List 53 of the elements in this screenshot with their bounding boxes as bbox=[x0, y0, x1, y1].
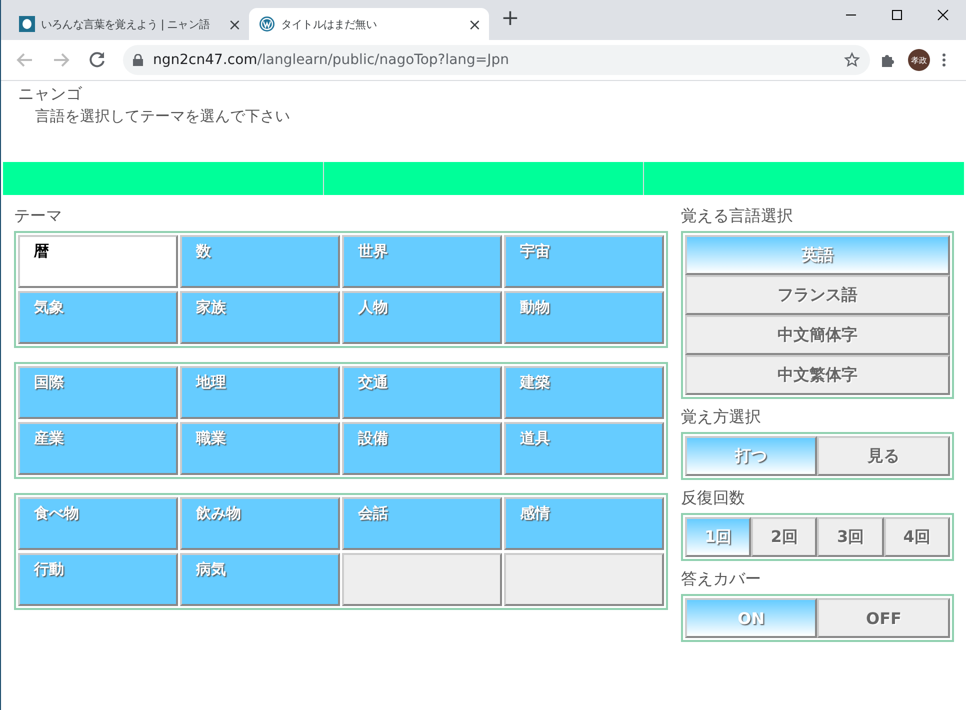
browser-tab[interactable]: いろんな言葉を覚えよう | ニャン語 × bbox=[9, 8, 249, 40]
theme-button[interactable]: 病気 bbox=[180, 553, 340, 606]
menu-icon[interactable] bbox=[942, 53, 946, 67]
new-tab-button[interactable]: + bbox=[501, 6, 520, 30]
theme-button[interactable]: 産業 bbox=[18, 422, 178, 475]
wordpress-logo-icon bbox=[259, 16, 275, 32]
option-button[interactable]: 1回 bbox=[684, 517, 752, 557]
option-button[interactable]: 中文簡体字 bbox=[684, 315, 950, 355]
puzzle-icon[interactable] bbox=[880, 52, 896, 68]
theme-button[interactable]: 宇宙 bbox=[504, 235, 664, 288]
theme-button[interactable]: 人物 bbox=[342, 291, 502, 344]
theme-button[interactable]: 設備 bbox=[342, 422, 502, 475]
option-button[interactable]: 2回 bbox=[751, 517, 818, 557]
star-icon[interactable] bbox=[844, 52, 860, 68]
theme-button[interactable]: 建築 bbox=[504, 366, 664, 419]
lock-icon bbox=[133, 54, 143, 66]
option-button[interactable]: 見る bbox=[817, 436, 950, 476]
profile-avatar[interactable]: 孝政 bbox=[908, 49, 930, 71]
theme-button[interactable]: 数 bbox=[180, 235, 340, 288]
section-label: 覚え方選択 bbox=[680, 407, 762, 428]
theme-button[interactable]: 動物 bbox=[504, 291, 664, 344]
theme-button[interactable]: 飲み物 bbox=[180, 497, 340, 550]
theme-button[interactable]: 気象 bbox=[18, 291, 178, 344]
browser-tab[interactable]: タイトルはまだ無い × bbox=[249, 8, 489, 40]
site-title: ニャンゴ bbox=[18, 84, 83, 105]
close-icon[interactable]: × bbox=[228, 14, 241, 34]
section-label: 答えカバー bbox=[680, 569, 762, 590]
theme-button[interactable]: 会話 bbox=[342, 497, 502, 550]
theme-button[interactable]: 道具 bbox=[504, 422, 664, 475]
theme-button[interactable]: 食べ物 bbox=[18, 497, 178, 550]
option-button[interactable]: 4回 bbox=[884, 517, 950, 557]
option-button[interactable]: 中文繁体字 bbox=[684, 355, 950, 395]
theme-button[interactable]: 感情 bbox=[504, 497, 664, 550]
theme-button[interactable]: 交通 bbox=[342, 366, 502, 419]
option-button[interactable]: OFF bbox=[817, 598, 950, 638]
theme-button[interactable]: 行動 bbox=[18, 553, 178, 606]
theme-button[interactable]: 家族 bbox=[180, 291, 340, 344]
theme-button[interactable]: 国際 bbox=[18, 366, 178, 419]
section-label: 反復回数 bbox=[680, 488, 746, 509]
theme-button[interactable]: 世界 bbox=[342, 235, 502, 288]
option-button[interactable]: ON bbox=[684, 598, 818, 638]
section-label: 覚える言語選択 bbox=[680, 206, 794, 227]
app-logo-icon bbox=[19, 16, 35, 32]
instruction-text: 言語を選択してテーマを選んで下さい bbox=[35, 107, 291, 126]
option-button[interactable]: 3回 bbox=[817, 517, 884, 557]
option-button[interactable]: 英語 bbox=[684, 235, 950, 275]
option-button[interactable]: フランス語 bbox=[684, 275, 950, 315]
section-label: テーマ bbox=[14, 206, 63, 227]
theme-button[interactable]: 職業 bbox=[180, 422, 340, 475]
option-button[interactable]: 打つ bbox=[684, 436, 818, 476]
close-icon[interactable]: × bbox=[468, 14, 481, 34]
theme-button[interactable]: 暦 bbox=[18, 235, 178, 288]
theme-button[interactable]: 地理 bbox=[180, 366, 340, 419]
